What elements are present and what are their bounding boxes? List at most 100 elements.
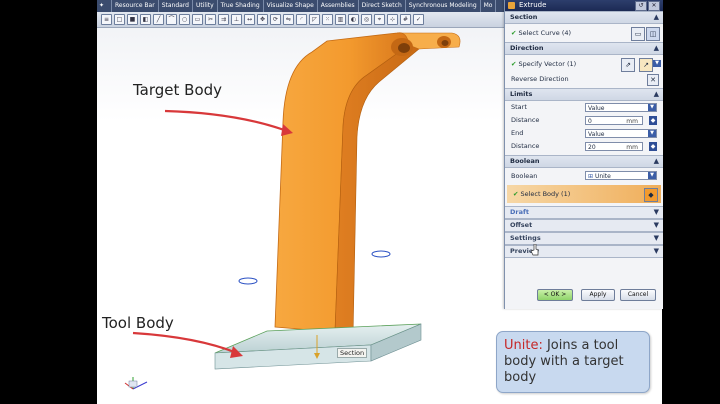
tab-true-shading[interactable]: True Shading — [218, 0, 264, 12]
curve-select-icon[interactable]: ◫ — [646, 27, 660, 41]
start-distance-row: Distance 0 mm ◆ — [505, 114, 663, 127]
mouse-cursor-icon — [531, 244, 539, 256]
boolean-value: Unite — [594, 173, 611, 180]
section-header-offset[interactable]: Offset ▼ — [505, 219, 663, 232]
menu-icon[interactable]: ≡ — [101, 14, 112, 25]
boolean-row: Boolean ⊞ Unite ▼ — [505, 168, 663, 184]
select-body-row[interactable]: ✔ Select Body (1) ◆ — [507, 185, 661, 203]
tab-direct-sketch[interactable]: Direct Sketch — [359, 0, 406, 12]
rectangle-icon[interactable]: ▭ — [192, 14, 203, 25]
section-header-boolean[interactable]: Boolean ▲ — [505, 155, 663, 168]
arc-icon[interactable]: ⌒ — [166, 14, 177, 25]
dialog-buttons: < OK > Apply Cancel — [505, 286, 663, 302]
move-icon[interactable]: ✥ — [257, 14, 268, 25]
section-title: Section — [510, 13, 538, 21]
check-icon: ✔ — [511, 60, 517, 68]
finish-icon[interactable]: ✓ — [413, 14, 424, 25]
ok-button[interactable]: < OK > — [537, 289, 573, 301]
chevron-up-icon: ▲ — [653, 44, 659, 52]
tab-modeling[interactable]: Mo — [481, 0, 497, 12]
icon-toolbar: ≡ □ ■ ◧ ╱ ⌒ ○ ▭ ✂ ⇉ ⊥ ↔ ✥ ⟳ ⇋ ◜ ◸ ⁙ ▥ ◐ … — [97, 12, 511, 28]
rotate-icon[interactable]: ⟳ — [270, 14, 281, 25]
tab-assemblies[interactable]: Assemblies — [318, 0, 359, 12]
guide-ellipse — [371, 250, 391, 258]
offset-title: Offset — [510, 221, 533, 229]
end-distance-input[interactable]: 20 mm — [585, 142, 643, 151]
section-header-limits[interactable]: Limits ▲ — [505, 88, 663, 101]
mirror-icon[interactable]: ⇋ — [283, 14, 294, 25]
grid-icon[interactable]: # — [400, 14, 411, 25]
snap-icon[interactable]: ⊹ — [387, 14, 398, 25]
datum-icon[interactable]: ⌖ — [374, 14, 385, 25]
boolean-select[interactable]: ⊞ Unite ▼ — [585, 171, 657, 180]
reset-icon[interactable]: ↺ — [635, 1, 647, 11]
chevron-down-icon[interactable]: ▼ — [653, 60, 661, 67]
end-select-value: Value — [588, 131, 605, 138]
circle-icon[interactable]: ○ — [179, 14, 190, 25]
extrude-icon — [508, 2, 515, 9]
dialog-title: Extrude — [519, 1, 547, 9]
target-arrow — [164, 109, 293, 136]
unite-keyword: Unite: — [504, 338, 543, 353]
tab-utility[interactable]: Utility — [193, 0, 218, 12]
revolve-icon[interactable]: ◐ — [348, 14, 359, 25]
section-header-preview[interactable]: Preview ▼ — [505, 245, 663, 258]
tool-body[interactable] — [214, 323, 422, 370]
specify-vector-row[interactable]: ✔ Specify Vector (1) ⇗ ↗ ▼ — [505, 55, 663, 73]
tab-standard[interactable]: Standard — [159, 0, 193, 12]
hole-icon[interactable]: ◎ — [361, 14, 372, 25]
tab-resource-bar[interactable]: Resource Bar — [112, 0, 159, 12]
section-header-direction[interactable]: Direction ▲ — [505, 42, 663, 55]
vector-inference-icon[interactable]: ↗ — [639, 58, 653, 72]
target-body[interactable] — [274, 32, 461, 338]
chevron-down-icon: ▼ — [653, 247, 659, 255]
body-select-icon[interactable]: ◆ — [644, 188, 658, 202]
sketch-section-icon[interactable]: ▭ — [631, 27, 645, 41]
section-header-draft[interactable]: Draft ▼ — [505, 206, 663, 219]
distance-options-icon[interactable]: ◆ — [649, 142, 657, 151]
close-icon[interactable]: ✕ — [648, 1, 660, 11]
check-icon: ✔ — [513, 190, 519, 198]
end-select[interactable]: Value ▼ — [585, 129, 657, 138]
select-curve-row[interactable]: ✔ Select Curve (4) ▭ ◫ — [505, 24, 663, 42]
start-select-value: Value — [588, 105, 605, 112]
start-select[interactable]: Value ▼ — [585, 103, 657, 112]
app-logo-icon: ✦ — [97, 0, 112, 12]
extrude-dialog: Extrude ↺ ✕ Section ▲ ✔ Select Curve (4) … — [504, 0, 663, 309]
select-curve-label: Select Curve (4) — [518, 29, 572, 37]
vector-dialog-icon[interactable]: ⇗ — [621, 58, 635, 72]
tool-body-label: Tool Body — [102, 314, 174, 332]
end-distance-row: Distance 20 mm ◆ — [505, 140, 663, 153]
cancel-button[interactable]: Cancel — [620, 289, 656, 301]
distance-options-icon[interactable]: ◆ — [649, 116, 657, 125]
line-icon[interactable]: ╱ — [153, 14, 164, 25]
section-header-settings[interactable]: Settings ▼ — [505, 232, 663, 245]
offset-icon[interactable]: ⇉ — [218, 14, 229, 25]
section-header-section[interactable]: Section ▲ — [505, 11, 663, 24]
unite-icon: ⊞ — [588, 173, 595, 180]
unite-explanation: Unite: Joins a tool body with a target b… — [496, 331, 650, 393]
chevron-down-icon: ▼ — [648, 172, 656, 179]
new-file-icon[interactable]: □ — [114, 14, 125, 25]
extrude-icon[interactable]: ▥ — [335, 14, 346, 25]
tab-synchronous-modeling[interactable]: Synchronous Modeling — [406, 0, 481, 12]
settings-title: Settings — [510, 234, 541, 242]
start-distance-input[interactable]: 0 mm — [585, 116, 643, 125]
shade-icon[interactable]: ■ — [127, 14, 138, 25]
chevron-down-icon: ▼ — [653, 221, 659, 229]
reverse-direction-icon[interactable]: ✕ — [647, 74, 659, 86]
dimension-icon[interactable]: ↔ — [244, 14, 255, 25]
dialog-titlebar: Extrude ↺ ✕ — [505, 0, 663, 11]
reverse-direction-row[interactable]: Reverse Direction ✕ — [505, 73, 663, 86]
start-label: Start — [511, 103, 527, 111]
pattern-icon[interactable]: ⁙ — [322, 14, 333, 25]
chamfer-icon[interactable]: ◸ — [309, 14, 320, 25]
specify-vector-label: Specify Vector (1) — [518, 60, 577, 68]
view-icon[interactable]: ◧ — [140, 14, 151, 25]
apply-button[interactable]: Apply — [581, 289, 615, 301]
fillet-icon[interactable]: ◜ — [296, 14, 307, 25]
constraint-icon[interactable]: ⊥ — [231, 14, 242, 25]
chevron-down-icon: ▼ — [648, 104, 656, 111]
tab-visualize-shape[interactable]: Visualize Shape — [264, 0, 318, 12]
trim-icon[interactable]: ✂ — [205, 14, 216, 25]
